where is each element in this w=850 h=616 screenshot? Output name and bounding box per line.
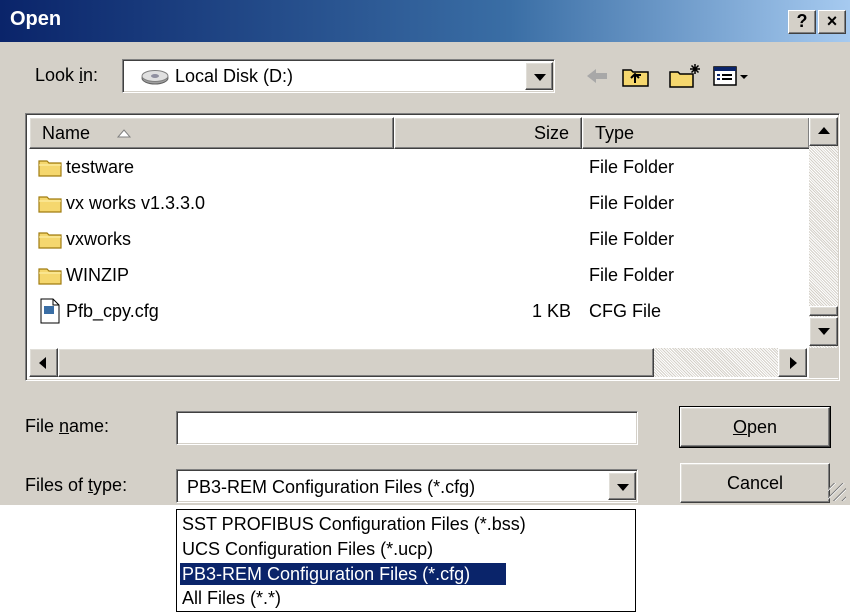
up-folder-icon[interactable] [621,62,651,90]
back-arrow-icon[interactable] [585,62,609,90]
list-item[interactable]: vxworks File Folder [38,224,798,256]
horizontal-scroll-thumb[interactable] [58,348,654,377]
sort-ascending-icon [117,129,131,138]
column-name-label: Name [42,123,91,143]
scroll-down-button[interactable] [809,317,838,346]
help-button[interactable]: ? [788,10,816,34]
list-item-type: File Folder [589,265,675,285]
list-item[interactable]: vx works v1.3.3.0 File Folder [38,188,798,220]
open-button[interactable]: Open [679,406,831,448]
scroll-up-button[interactable] [809,117,838,146]
list-item-type: CFG File [589,301,661,321]
list-item[interactable]: Pfb_cpy.cfg 1 KB CFG File [38,296,798,328]
file-name-label: File name: [25,416,110,436]
files-of-type-value: PB3-REM Configuration Files (*.cfg) [187,477,476,497]
scroll-corner [809,348,838,378]
drive-icon [141,70,169,85]
dropdown-option[interactable]: SST PROFIBUS Configuration Files (*.bss) [180,513,526,535]
folder-icon [38,268,62,285]
column-header-size[interactable]: Size [394,117,582,149]
files-of-type-dropdown-button[interactable] [608,472,636,500]
files-of-type-dropdown-list[interactable]: SST PROFIBUS Configuration Files (*.bss)… [176,509,636,612]
dialog-title: Open [10,8,62,30]
list-item-type: File Folder [589,193,675,213]
list-item[interactable]: WINZIP File Folder [38,260,798,292]
new-folder-icon[interactable] [668,62,702,90]
file-list[interactable]: Name Size Type testware File Folder vx wor… [25,113,840,381]
open-dialog: Open ? × Look in: Local Disk (D:) Name S… [0,0,850,505]
look-in-combobox[interactable]: Local Disk (D:) [122,59,555,93]
list-item-name: testware [66,157,135,177]
folder-icon [38,232,62,249]
list-item-name: vxworks [66,229,132,249]
vertical-scroll-thumb[interactable] [809,306,838,316]
dropdown-option-selected[interactable]: PB3-REM Configuration Files (*.cfg) [179,562,507,586]
list-item-type: File Folder [589,229,675,249]
list-item-name: vx works v1.3.3.0 [66,193,206,213]
list-item-type: File Folder [589,157,675,177]
look-in-dropdown-button[interactable] [525,62,553,90]
vertical-scrollbar[interactable] [809,117,838,375]
column-header-type[interactable]: Type [582,117,810,149]
dropdown-option[interactable]: UCS Configuration Files (*.ucp) [180,538,433,560]
resize-grip[interactable] [828,483,846,501]
file-icon [40,298,60,324]
column-header-name[interactable]: Name [29,117,394,149]
files-of-type-label: Files of type: [25,475,128,495]
look-in-label: Look in: [35,65,99,85]
view-menu-icon[interactable] [712,62,752,90]
list-item[interactable]: testware File Folder [38,152,798,184]
horizontal-scroll-track[interactable] [654,348,778,377]
list-item-size: 1 KB [531,301,571,321]
close-button[interactable]: × [818,10,846,34]
title-bar[interactable]: Open ? × [0,0,850,42]
horizontal-scrollbar[interactable] [29,348,809,378]
scroll-left-button[interactable] [29,348,58,377]
files-of-type-combobox[interactable]: PB3-REM Configuration Files (*.cfg) [176,469,638,503]
folder-icon [38,160,62,177]
folder-icon [38,196,62,213]
look-in-value: Local Disk (D:) [175,66,294,86]
cancel-button[interactable]: Cancel [680,463,830,503]
file-name-input[interactable] [176,411,638,445]
dropdown-option[interactable]: All Files (*.*) [180,587,281,609]
scroll-right-button[interactable] [778,348,807,377]
list-item-name: Pfb_cpy.cfg [66,301,159,321]
list-item-name: WINZIP [66,265,129,285]
